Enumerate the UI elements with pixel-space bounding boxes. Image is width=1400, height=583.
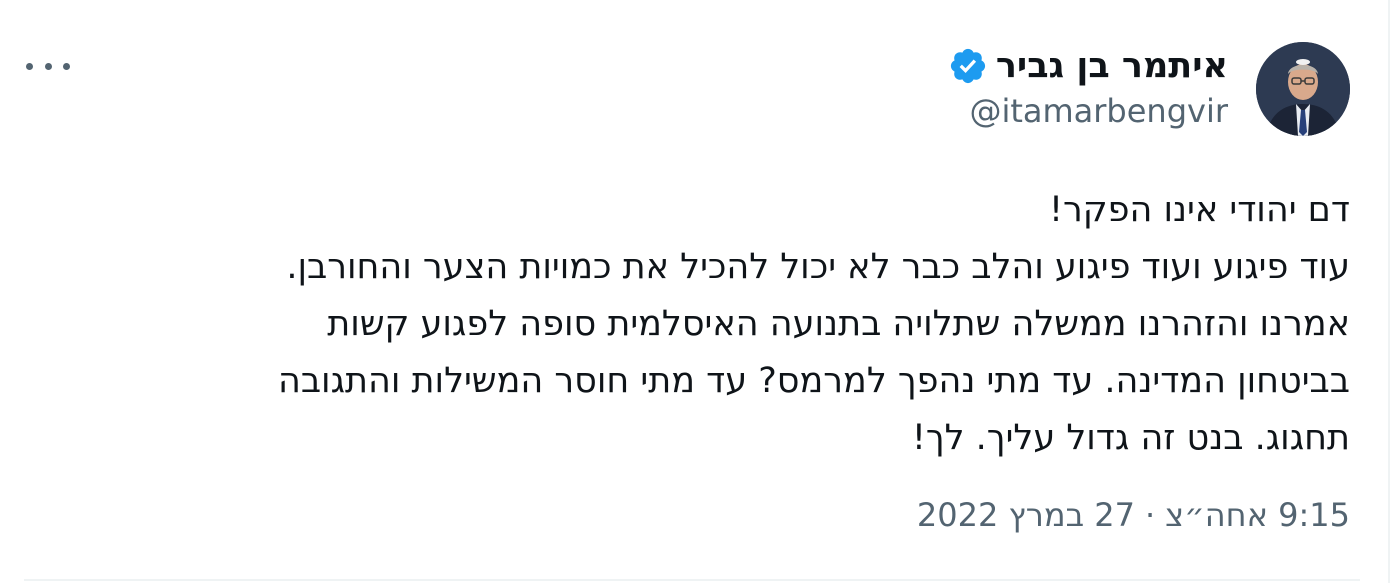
tweet-date: 27 במרץ 2022 — [916, 496, 1135, 534]
author-name-row: איתמר בן גביר — [948, 40, 1228, 92]
more-horizontal-icon — [26, 62, 33, 70]
verified-badge-icon — [948, 46, 988, 86]
profile-photo-icon — [1256, 42, 1350, 136]
author-display-name[interactable]: איתמר בן גביר — [996, 46, 1228, 86]
more-options-button[interactable] — [26, 46, 70, 86]
tweet-time: 9:15 אחה״צ — [1165, 496, 1350, 534]
more-dot — [44, 62, 52, 70]
author-handle[interactable]: @itamarbengvir — [969, 92, 1228, 130]
tweet-text-line: בביטחון המדינה. עד מתי נהפך למרמס? עד מת… — [277, 361, 1350, 401]
tweet-timestamp[interactable]: 9:15 אחה״צ · 27 במרץ 2022 — [917, 496, 1350, 534]
tweet-text-line: דם יהודי אינו הפקר! — [1049, 190, 1350, 230]
tweet-text: דם יהודי אינו הפקר! עוד פיגוע ועוד פיגוע… — [50, 182, 1350, 467]
tweet-card: איתמר בן גביר @itamarbengvir דם יהודי אי… — [0, 0, 1400, 583]
more-dot — [63, 62, 70, 70]
author-avatar[interactable] — [1256, 42, 1350, 136]
tweet-text-line: תחגוג. בנט זה גדול עליך. לך! — [911, 418, 1350, 458]
tweet-text-line: אמרנו והזהרנו ממשלה שתלויה בתנועה האיסלמ… — [327, 304, 1350, 344]
tweet-text-line: עוד פיגוע ועוד פיגוע והלב כבר לא יכול לה… — [286, 247, 1350, 287]
card-border-bottom — [24, 579, 1360, 581]
card-border-right — [1388, 0, 1390, 583]
timestamp-separator: · — [1144, 496, 1156, 534]
